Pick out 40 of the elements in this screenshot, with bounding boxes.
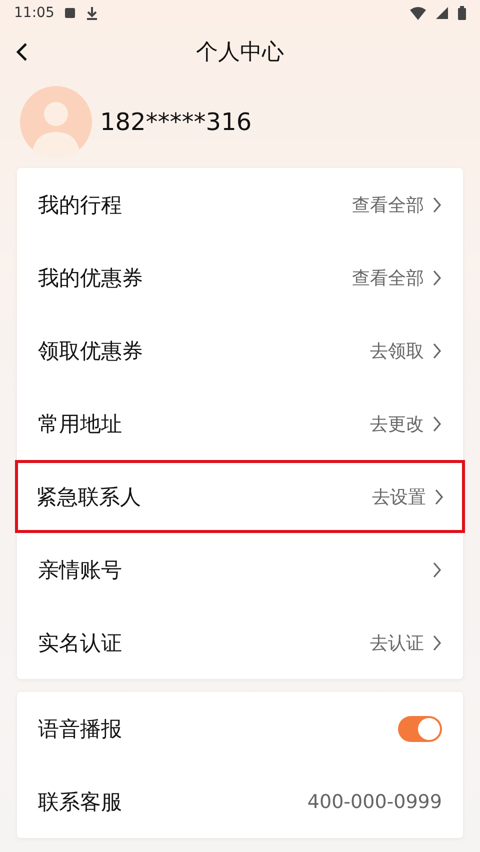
menu-label: 实名认证 bbox=[38, 630, 123, 656]
menu-action: 去设置 bbox=[372, 486, 426, 508]
user-phone: 182*****316 bbox=[100, 108, 252, 136]
menu-label: 常用地址 bbox=[38, 410, 123, 438]
menu-item[interactable]: 领取优惠券 去领取 bbox=[17, 314, 463, 387]
wifi-icon bbox=[410, 6, 426, 20]
back-icon[interactable] bbox=[14, 42, 30, 62]
chevron-right-icon bbox=[432, 196, 442, 214]
menu-action: 查看全部 bbox=[352, 194, 424, 216]
page-title: 个人中心 bbox=[196, 39, 284, 67]
menu-label: 我的优惠券 bbox=[38, 264, 144, 292]
menu-item[interactable]: 实名认证 去认证 bbox=[17, 606, 463, 679]
notification-icon bbox=[64, 7, 76, 19]
chevron-right-icon bbox=[432, 560, 442, 578]
menu-label: 我的行程 bbox=[38, 192, 123, 218]
setting-label: 语音播报 bbox=[38, 716, 123, 742]
menu-action: 去领取 bbox=[370, 340, 424, 362]
phone-number[interactable]: 400-000-0999 bbox=[307, 790, 442, 812]
signal-icon bbox=[436, 7, 448, 19]
status-time: 11:05 bbox=[14, 5, 54, 21]
battery-icon bbox=[458, 6, 466, 20]
setting-label: 联系客服 bbox=[38, 788, 123, 816]
chevron-right-icon bbox=[434, 488, 444, 506]
menu-item[interactable]: 我的优惠券 查看全部 bbox=[17, 241, 463, 314]
menu-action: 查看全部 bbox=[352, 266, 424, 290]
menu-action: 去认证 bbox=[370, 632, 424, 654]
chevron-right-icon bbox=[432, 268, 442, 286]
chevron-right-icon bbox=[432, 414, 442, 432]
menu-label: 亲情账号 bbox=[38, 556, 123, 584]
menu-item[interactable]: 紧急联系人 去设置 bbox=[15, 460, 465, 533]
menu-label: 紧急联系人 bbox=[36, 484, 142, 510]
chevron-right-icon bbox=[432, 634, 442, 652]
download-icon bbox=[86, 6, 98, 20]
menu-item[interactable]: 亲情账号 bbox=[17, 533, 463, 606]
menu-action: 去更改 bbox=[370, 412, 424, 436]
toggle-switch[interactable] bbox=[398, 716, 442, 742]
menu-label: 领取优惠券 bbox=[38, 338, 144, 364]
chevron-right-icon bbox=[432, 342, 442, 360]
menu-item[interactable]: 常用地址 去更改 bbox=[17, 387, 463, 460]
menu-item[interactable]: 我的行程 查看全部 bbox=[17, 168, 463, 241]
